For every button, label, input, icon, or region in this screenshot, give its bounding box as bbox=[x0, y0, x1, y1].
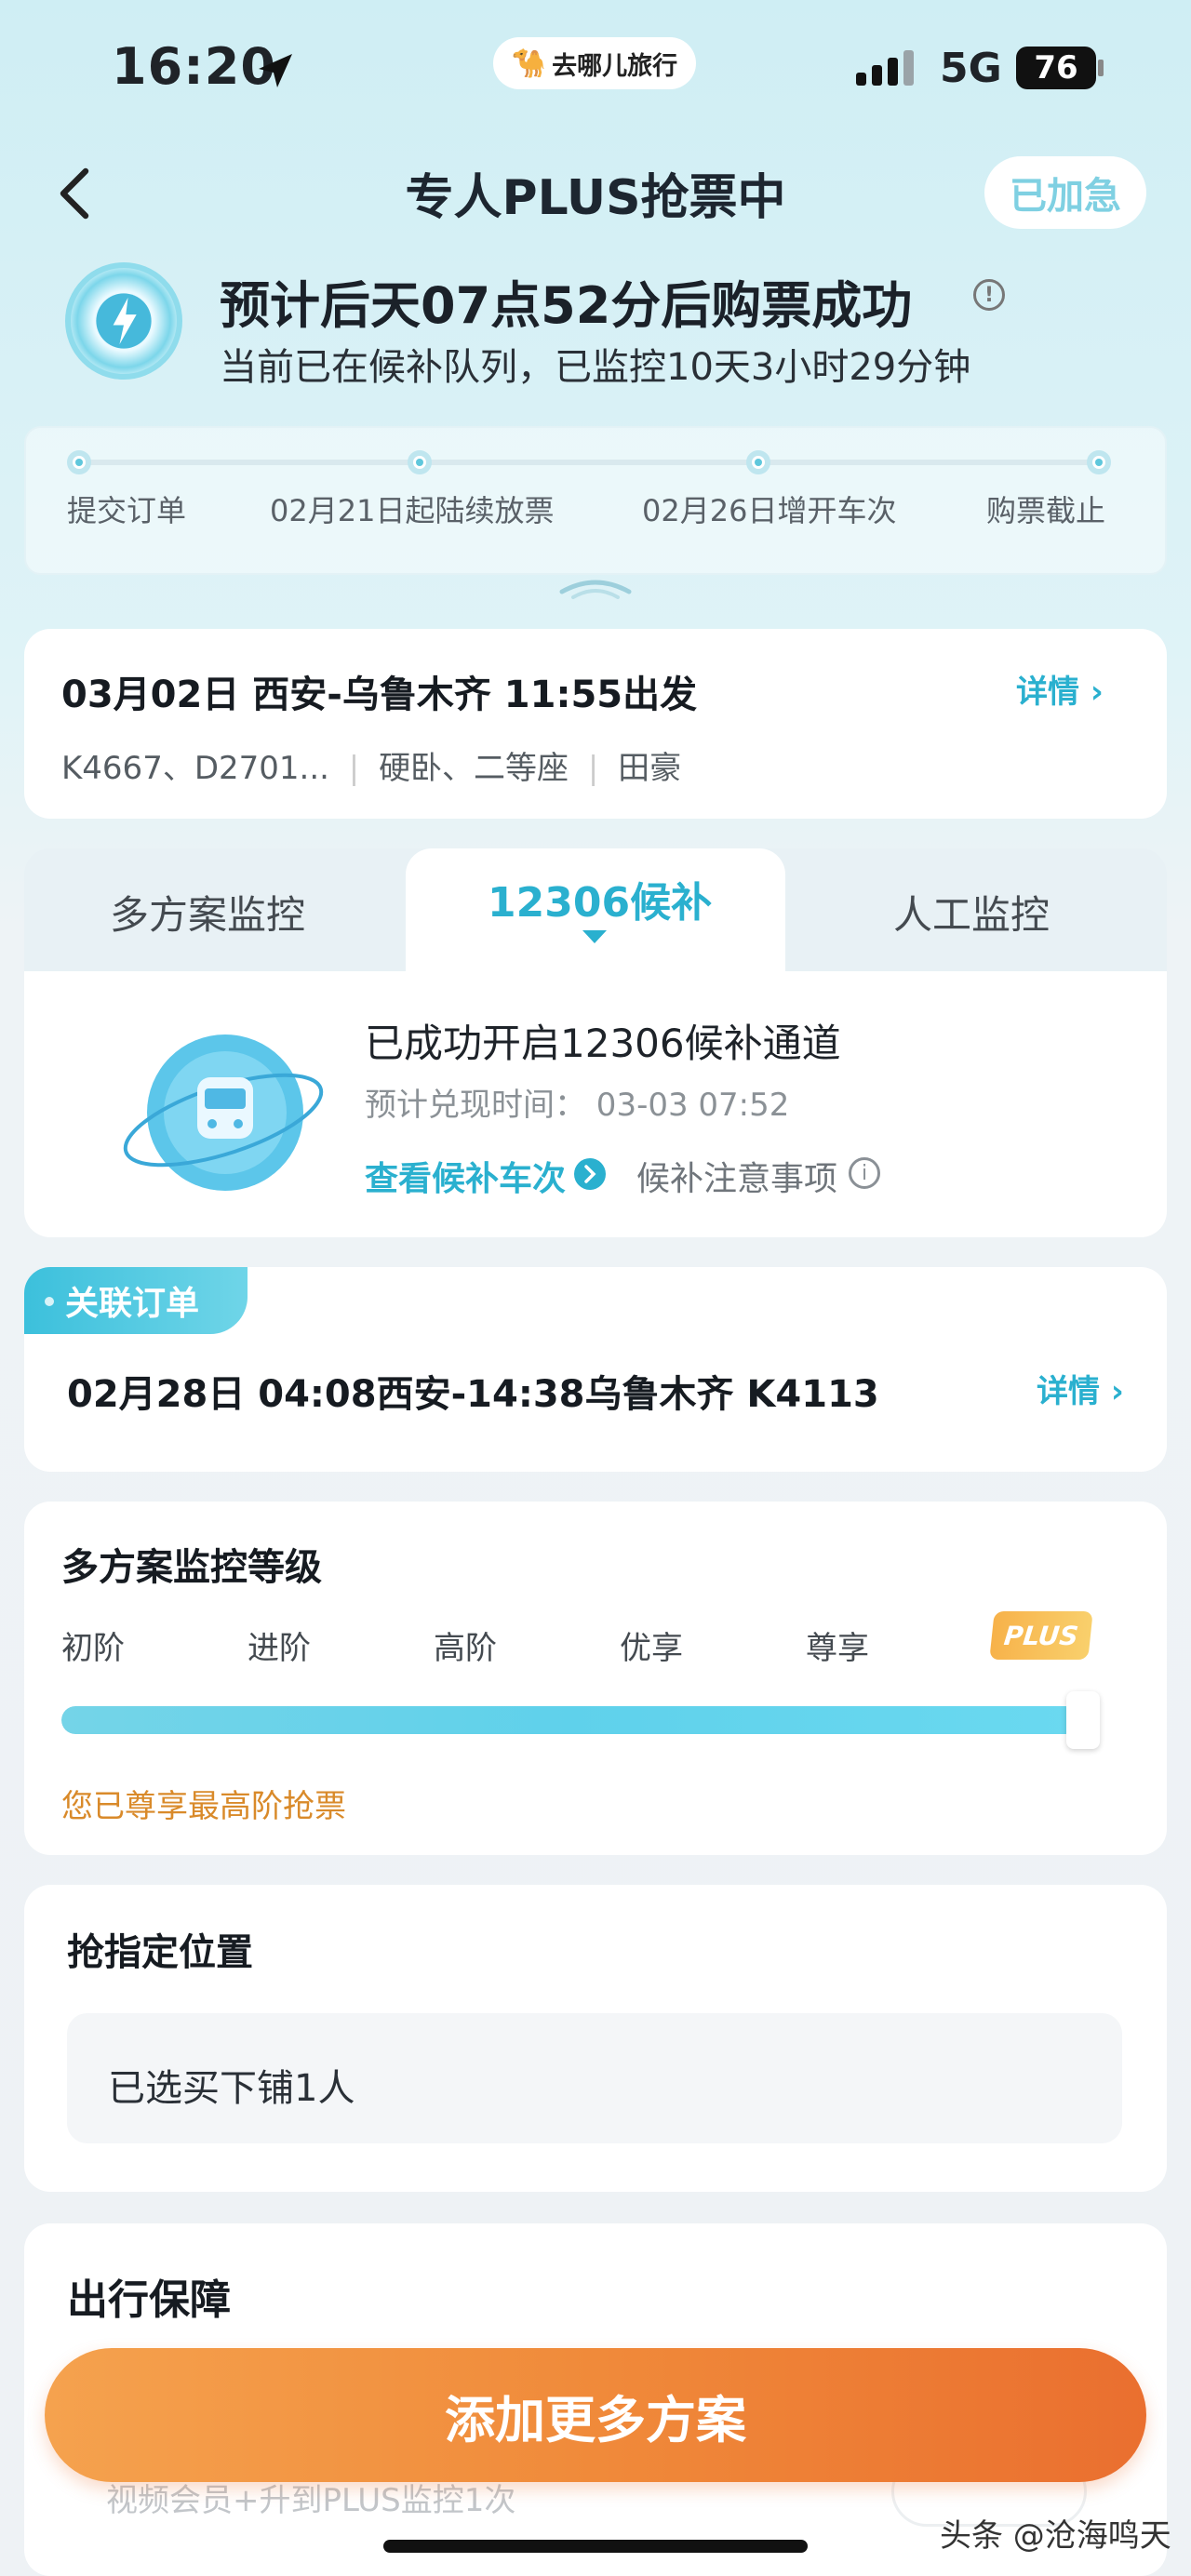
tab-manual-monitor[interactable]: 人工监控 bbox=[893, 884, 1050, 941]
related-order-tag: 关联订单 bbox=[24, 1267, 248, 1334]
level-progress-bar bbox=[61, 1706, 1079, 1734]
seat-types: 硬卧、二等座 bbox=[379, 750, 569, 787]
trip-title: 03月02日 西安-乌鲁木齐 11:55出发 bbox=[61, 674, 698, 716]
monitor-level-title: 多方案监控等级 bbox=[61, 1546, 322, 1589]
level-label: 优享 bbox=[620, 1630, 683, 1667]
view-waitlist-trains-link[interactable]: 查看候补车次 bbox=[365, 1152, 566, 1200]
train-numbers: K4667、D2701... bbox=[61, 750, 329, 787]
trip-detail-link[interactable]: 详情 › bbox=[1016, 666, 1104, 712]
related-order-detail-link[interactable]: 详情 › bbox=[1037, 1366, 1124, 1411]
tab-multi-plan[interactable]: 多方案监控 bbox=[110, 884, 305, 941]
tab-12306-waitlist[interactable]: 12306候补 bbox=[488, 869, 712, 928]
seat-preference-value: 已选买下铺1人 bbox=[108, 2067, 355, 2110]
battery-icon: 76 bbox=[1016, 47, 1096, 89]
info-icon[interactable]: ! bbox=[973, 279, 1005, 311]
level-slider-knob[interactable] bbox=[1066, 1691, 1100, 1749]
plus-badge: PLUS bbox=[989, 1611, 1093, 1660]
info-icon[interactable]: i bbox=[849, 1157, 880, 1189]
cellular-signal-icon bbox=[856, 48, 919, 86]
trip-card bbox=[24, 629, 1167, 819]
network-type: 5G bbox=[940, 45, 1002, 92]
chevron-right-icon[interactable] bbox=[573, 1157, 607, 1191]
progress-line bbox=[80, 460, 1098, 465]
level-note: 您已尊享最高阶抢票 bbox=[61, 1788, 346, 1825]
app-badge: 🐪 去哪儿旅行 bbox=[493, 37, 696, 89]
eta-headline: 预计后天07点52分后购票成功 bbox=[220, 276, 913, 335]
step-dot bbox=[67, 450, 91, 474]
tab-indicator-icon bbox=[582, 930, 607, 943]
travel-guarantee-title: 出行保障 bbox=[67, 2276, 231, 2324]
add-more-plans-button[interactable]: 添加更多方案 bbox=[45, 2348, 1146, 2482]
lightning-icon bbox=[65, 262, 182, 380]
level-label: 初阶 bbox=[61, 1630, 125, 1667]
step-label: 提交订单 bbox=[67, 493, 187, 528]
step-label: 购票截止 bbox=[986, 493, 1106, 528]
level-label: 尊享 bbox=[806, 1630, 869, 1667]
step-dot bbox=[408, 450, 432, 474]
monitor-status: 当前已在候补队列，已监控10天3小时29分钟 bbox=[220, 346, 971, 389]
home-indicator[interactable] bbox=[383, 2540, 808, 2553]
status-time: 16:20 bbox=[112, 37, 276, 96]
train-globe-icon bbox=[123, 1034, 324, 1191]
waitlist-eta: 预计兑现时间： 03-03 07:52 bbox=[365, 1087, 790, 1124]
location-arrow-icon bbox=[259, 54, 292, 87]
step-label: 02月26日增开车次 bbox=[642, 493, 897, 528]
level-label: 进阶 bbox=[248, 1630, 311, 1667]
waitlist-notes-link[interactable]: 候补注意事项 bbox=[636, 1152, 837, 1200]
related-order-text: 02月28日 04:08西安-14:38乌鲁木齐 K4113 bbox=[67, 1373, 879, 1416]
passenger-name: 田豪 bbox=[618, 750, 682, 787]
step-dot bbox=[1087, 450, 1111, 474]
seat-preference-title: 抢指定位置 bbox=[67, 1931, 253, 1974]
camel-logo-icon: 🐪 bbox=[511, 47, 547, 80]
battery-tip bbox=[1098, 60, 1104, 76]
chevron-up-icon[interactable] bbox=[558, 577, 633, 599]
waitlist-title: 已成功开启12306候补通道 bbox=[365, 1021, 841, 1066]
watermark: 头条 @沧海鸣天 bbox=[940, 2517, 1171, 2555]
step-label: 02月21日起陆续放票 bbox=[270, 493, 555, 528]
step-dot bbox=[746, 450, 770, 474]
app-badge-name: 去哪儿旅行 bbox=[552, 51, 678, 81]
urgent-button[interactable]: 已加急 bbox=[984, 156, 1146, 229]
trip-details: K4667、D2701... | 硬卧、二等座 | 田豪 bbox=[61, 750, 682, 787]
level-label: 高阶 bbox=[434, 1630, 497, 1667]
level-progress-fill bbox=[61, 1706, 1079, 1734]
